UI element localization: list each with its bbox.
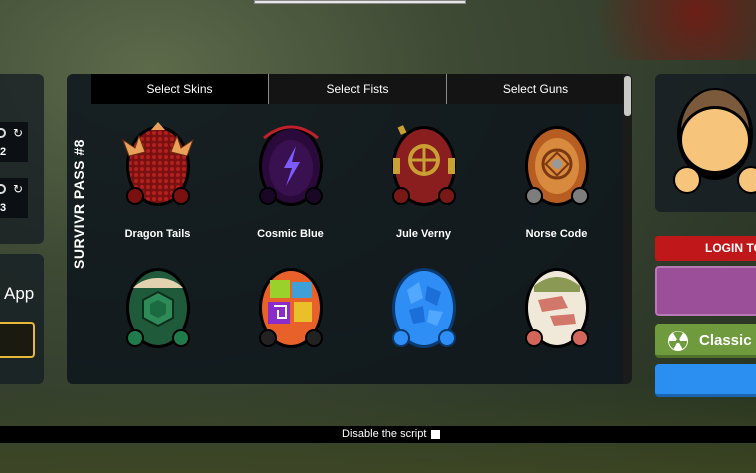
skin-card-dragon-tails[interactable]: Dragon Tails (91, 104, 224, 244)
bottom-script-bar: Disable the script (0, 426, 756, 443)
jule-verny-skin-icon (392, 125, 456, 206)
skin-card-cosmic-blue[interactable]: Cosmic Blue (224, 104, 357, 244)
character-preview (655, 74, 756, 212)
app-button[interactable] (0, 322, 35, 358)
dragon-tails-skin-icon (121, 122, 195, 206)
skin-card-hex[interactable] (91, 268, 224, 384)
left-side-panel: ↻ 2 ↻ 3 (0, 74, 44, 244)
scrollbar[interactable] (623, 74, 632, 384)
norse-code-skin-icon (525, 126, 589, 206)
tab-select-skins[interactable]: Select Skins (91, 74, 269, 104)
skin-name: Norse Code (525, 228, 588, 240)
blue-crystal-skin-icon (392, 268, 456, 348)
background-blur-red (560, 0, 756, 60)
left-row-2[interactable]: ↻ 3 (0, 178, 28, 218)
skin-card-jule-verny[interactable]: Jule Verny (357, 104, 490, 244)
refresh-icon[interactable]: ↻ (13, 126, 23, 140)
refresh-icon[interactable]: ↻ (13, 182, 23, 196)
classic-mode-button[interactable]: Classic (655, 324, 756, 358)
left-row-number: 2 (0, 146, 7, 158)
pass-title: SURVIVR PASS #8 (71, 139, 87, 269)
left-row-number: 3 (0, 202, 7, 214)
tab-bar: Select Skins Select Fists Select Guns (91, 74, 624, 104)
skins-grid: Dragon Tails Cosmic Blue Jule Verny Nors… (91, 104, 623, 384)
pass-title-bar: SURVIVR PASS #8 (67, 74, 91, 384)
top-input-bar[interactable] (254, 0, 466, 4)
left-app-panel: App (0, 254, 44, 384)
maze-neon-skin-icon (259, 268, 323, 348)
character-avatar-icon (673, 88, 756, 194)
nuclear-icon (668, 331, 688, 351)
skin-name: Dragon Tails (124, 228, 191, 240)
skin-card-camo[interactable] (490, 268, 623, 384)
left-row-1[interactable]: ↻ 2 (0, 122, 28, 162)
partial-icon (0, 184, 6, 194)
skin-card-blue-crystal[interactable] (357, 268, 490, 384)
disable-script-label: Disable the script (342, 428, 427, 440)
blue-button[interactable] (655, 364, 756, 397)
partial-icon (0, 128, 6, 138)
purple-button[interactable] (655, 266, 756, 316)
skin-name: Cosmic Blue (257, 228, 324, 240)
hex-turtle-skin-icon (126, 268, 190, 348)
disable-script-checkbox[interactable] (431, 430, 440, 439)
skins-modal: SURVIVR PASS #8 Select Skins Select Fist… (67, 74, 632, 384)
skin-card-maze[interactable] (224, 268, 357, 384)
login-button[interactable]: LOGIN TO (655, 236, 756, 261)
tab-select-guns[interactable]: Select Guns (447, 74, 624, 104)
cosmic-blue-skin-icon (259, 125, 323, 206)
app-label: App (4, 284, 35, 303)
classic-label: Classic (699, 332, 752, 349)
tab-select-fists[interactable]: Select Fists (269, 74, 447, 104)
camo-tan-skin-icon (525, 268, 589, 348)
skin-name: Jule Verny (395, 228, 452, 240)
skin-card-norse-code[interactable]: Norse Code (490, 104, 623, 244)
scrollbar-thumb[interactable] (624, 76, 631, 116)
